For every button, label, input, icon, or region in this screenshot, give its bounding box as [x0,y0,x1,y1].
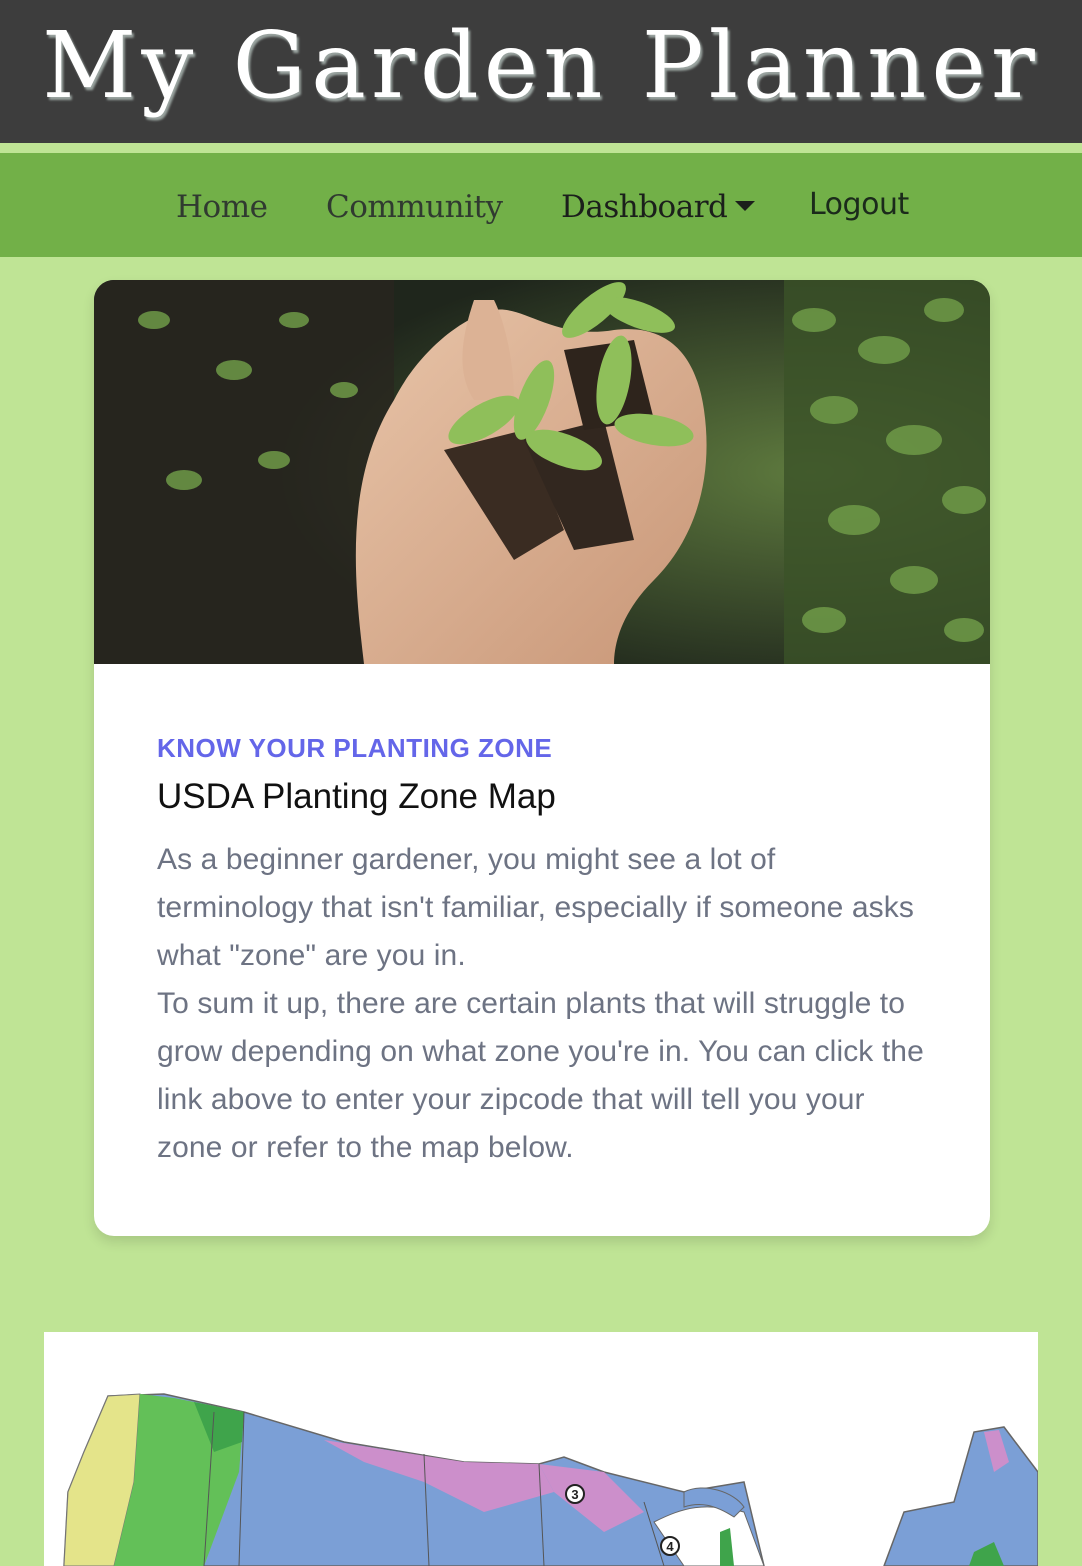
main-nav: Home Community Dashboard Logout [0,153,1082,257]
site-header: My Garden Planner [0,0,1082,143]
seedlings-hero-image [94,280,990,664]
usda-zone-map: 3 4 [44,1332,1038,1566]
zone-marker-3: 3 [565,1484,585,1504]
card-text: As a beginner gardener, you might see a … [157,836,937,1172]
zone-marker-4: 4 [660,1536,680,1556]
card-eyebrow: KNOW YOUR PLANTING ZONE [157,733,553,763]
nav-dashboard-dropdown[interactable]: Dashboard [561,189,756,225]
zone-label-4: 4 [666,1539,674,1554]
card-paragraph-2: To sum it up, there are certain plants t… [157,987,924,1164]
nav-home-link[interactable]: Home [176,189,268,225]
nav-community-link[interactable]: Community [326,189,503,225]
nav-dashboard-label: Dashboard [561,189,728,225]
card-paragraph-1: As a beginner gardener, you might see a … [157,843,914,972]
caret-down-icon [735,200,756,211]
planting-zone-card: KNOW YOUR PLANTING ZONE USDA Planting Zo… [94,280,990,1236]
nav-logout-link[interactable]: Logout [809,187,909,222]
card-body: KNOW YOUR PLANTING ZONE USDA Planting Zo… [157,732,937,1172]
zone-label-3: 3 [571,1487,578,1502]
site-title: My Garden Planner [42,12,1040,119]
card-title: USDA Planting Zone Map [157,777,556,816]
